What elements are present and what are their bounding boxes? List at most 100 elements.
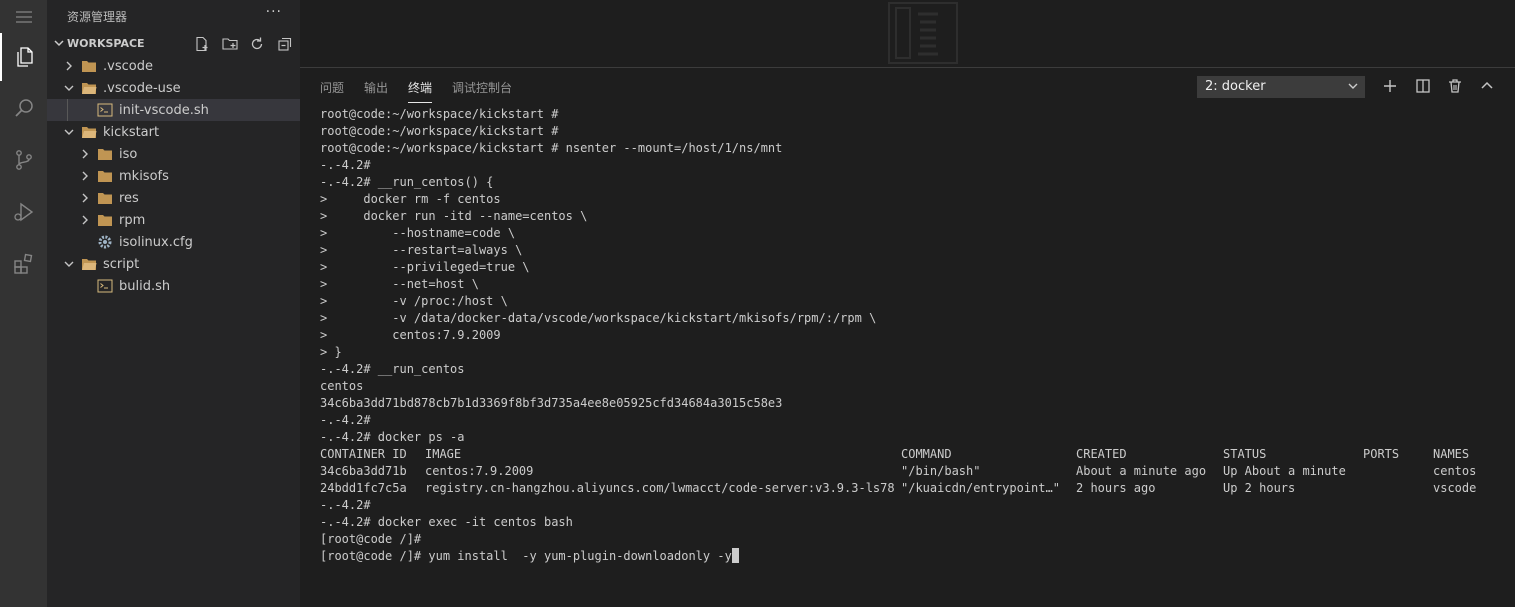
sidebar-header: 资源管理器 ··· xyxy=(47,0,300,33)
tab-debug-console[interactable]: 调试控制台 xyxy=(452,79,512,96)
terminal-line: -.-4.2# __run_centos() { xyxy=(320,175,494,189)
table-cell: NAMES xyxy=(1433,447,1470,461)
terminal-line: > docker rm -f centos xyxy=(320,192,501,206)
tab-problems[interactable]: 问题 xyxy=(320,79,344,96)
table-cell: Up About a minute xyxy=(1223,464,1346,478)
table-cell: 2 hours ago xyxy=(1076,481,1156,495)
terminal-line: > } xyxy=(320,345,342,359)
indent-guide xyxy=(67,99,68,121)
tree-folder[interactable]: res xyxy=(47,187,300,209)
folder-icon xyxy=(82,61,96,72)
tree-folder[interactable]: .vscode xyxy=(47,55,300,77)
editor-area xyxy=(300,0,1515,68)
ps-table-header: CONTAINER ID IMAGE COMMAND CREATED STATUS POR… xyxy=(320,446,1500,463)
trash-icon[interactable] xyxy=(1446,77,1464,95)
terminal-input-text: [root@code /]# yum install -y yum-plugin… xyxy=(320,549,732,563)
new-file-icon[interactable] xyxy=(194,36,210,52)
chevron-down-icon xyxy=(64,85,74,91)
terminal-line: > --restart=always \ xyxy=(320,243,523,257)
tree-item-label: kickstart xyxy=(103,125,160,140)
tree-item-label: script xyxy=(103,257,140,272)
tree-file[interactable]: bulid.sh xyxy=(47,275,300,297)
tree-file[interactable]: init-vscode.sh xyxy=(47,99,300,121)
workspace-header[interactable]: WORKSPACE xyxy=(47,33,300,55)
table-cell: centos xyxy=(1433,464,1477,478)
tree-item-label: .vscode xyxy=(103,59,153,74)
chevron-down-icon xyxy=(64,129,74,135)
tree-item-label: rpm xyxy=(119,213,146,228)
table-cell: registry.cn-hangzhou.aliyuncs.com/lwmacc… xyxy=(425,481,895,495)
chevron-down-icon xyxy=(54,40,64,47)
tree-item-label: .vscode-use xyxy=(103,81,181,96)
folder-icon xyxy=(98,171,112,182)
table-cell: PORTS xyxy=(1363,447,1400,461)
terminal-line: > centos:7.9.2009 xyxy=(320,328,501,342)
terminal-line: root@code:~/workspace/kickstart # xyxy=(320,107,559,121)
split-terminal-icon[interactable] xyxy=(1414,77,1432,95)
chevron-right-icon xyxy=(82,171,88,181)
chevron-right-icon xyxy=(82,193,88,203)
tree-folder[interactable]: rpm xyxy=(47,209,300,231)
more-actions-icon[interactable]: ··· xyxy=(266,4,282,20)
tree-item-label: init-vscode.sh xyxy=(119,103,209,118)
sidebar-title: 资源管理器 xyxy=(67,10,128,24)
terminal-select[interactable]: 2: docker xyxy=(1197,76,1365,98)
table-cell: 24bdd1fc7c5a xyxy=(320,481,407,495)
terminal-line: -.-4.2# docker exec -it centos bash xyxy=(320,515,573,529)
menu-icon[interactable] xyxy=(0,0,47,34)
table-cell: COMMAND xyxy=(901,447,952,461)
terminal-line: -.-4.2# xyxy=(320,158,371,172)
source-control-icon[interactable] xyxy=(0,136,47,184)
new-terminal-icon[interactable] xyxy=(1381,77,1399,95)
folder-open-icon xyxy=(82,83,97,94)
explorer-sidebar: 资源管理器 ··· WORKSPACE .vscode .vscode-use in… xyxy=(47,0,300,607)
ps-table-row: 34c6ba3dd71b centos:7.9.2009 "/bin/bash" Ab… xyxy=(320,463,1500,480)
new-folder-icon[interactable] xyxy=(222,36,238,52)
tree-folder[interactable]: iso xyxy=(47,143,300,165)
table-cell: STATUS xyxy=(1223,447,1267,461)
activity-bar xyxy=(0,0,47,607)
terminal-line: > --net=host \ xyxy=(320,277,479,291)
terminal-line: root@code:~/workspace/kickstart # xyxy=(320,124,559,138)
extensions-icon[interactable] xyxy=(0,240,47,288)
table-cell: Up 2 hours xyxy=(1223,481,1296,495)
tab-output[interactable]: 输出 xyxy=(364,79,388,96)
terminal-line: 34c6ba3dd71bd878cb7b1d3369f8bf3d735a4ee8… xyxy=(320,396,783,410)
tree-folder[interactable]: kickstart xyxy=(47,121,300,143)
terminal-file-icon xyxy=(97,103,113,117)
terminal-output[interactable]: root@code:~/workspace/kickstart # root@co… xyxy=(320,106,1500,565)
terminal-line: > -v /data/docker-data/vscode/workspace/… xyxy=(320,311,877,325)
gear-icon xyxy=(98,235,112,249)
table-cell: 34c6ba3dd71b xyxy=(320,464,407,478)
chevron-down-icon xyxy=(64,261,74,267)
tree-folder[interactable]: mkisofs xyxy=(47,165,300,187)
tree-file[interactable]: isolinux.cfg xyxy=(47,231,300,253)
table-cell: CREATED xyxy=(1076,447,1127,461)
tree-folder[interactable]: script xyxy=(47,253,300,275)
folder-open-icon xyxy=(82,127,97,138)
workspace-title: WORKSPACE xyxy=(67,37,145,50)
folder-icon xyxy=(98,215,112,226)
terminal-line: -.-4.2# docker ps -a xyxy=(320,430,465,444)
search-icon[interactable] xyxy=(0,84,47,132)
terminal-file-icon xyxy=(97,279,113,293)
terminal-line: > docker run -itd --name=centos \ xyxy=(320,209,588,223)
chevron-up-icon[interactable] xyxy=(1478,77,1496,95)
folder-open-icon xyxy=(82,259,97,270)
collapse-all-icon[interactable] xyxy=(277,36,293,52)
ps-table-row: 24bdd1fc7c5a registry.cn-hangzhou.aliyunc… xyxy=(320,480,1500,497)
table-cell: "/kuaicdn/entrypoint…" xyxy=(901,481,1060,495)
run-debug-icon[interactable] xyxy=(0,188,47,236)
tree-item-label: iso xyxy=(119,147,138,162)
chevron-right-icon xyxy=(82,215,88,225)
explorer-icon[interactable] xyxy=(0,33,47,81)
tab-terminal[interactable]: 终端 xyxy=(408,79,433,103)
table-cell: About a minute ago xyxy=(1076,464,1207,478)
terminal-current-line[interactable]: [root@code /]# yum install -y yum-plugin… xyxy=(320,548,1500,565)
terminal-line: root@code:~/workspace/kickstart # nsente… xyxy=(320,141,783,155)
terminal-line: -.-4.2# xyxy=(320,498,371,512)
tree-folder[interactable]: .vscode-use xyxy=(47,77,300,99)
refresh-icon[interactable] xyxy=(249,36,265,52)
tree-item-label: bulid.sh xyxy=(119,279,171,294)
chevron-down-icon xyxy=(1348,83,1358,89)
